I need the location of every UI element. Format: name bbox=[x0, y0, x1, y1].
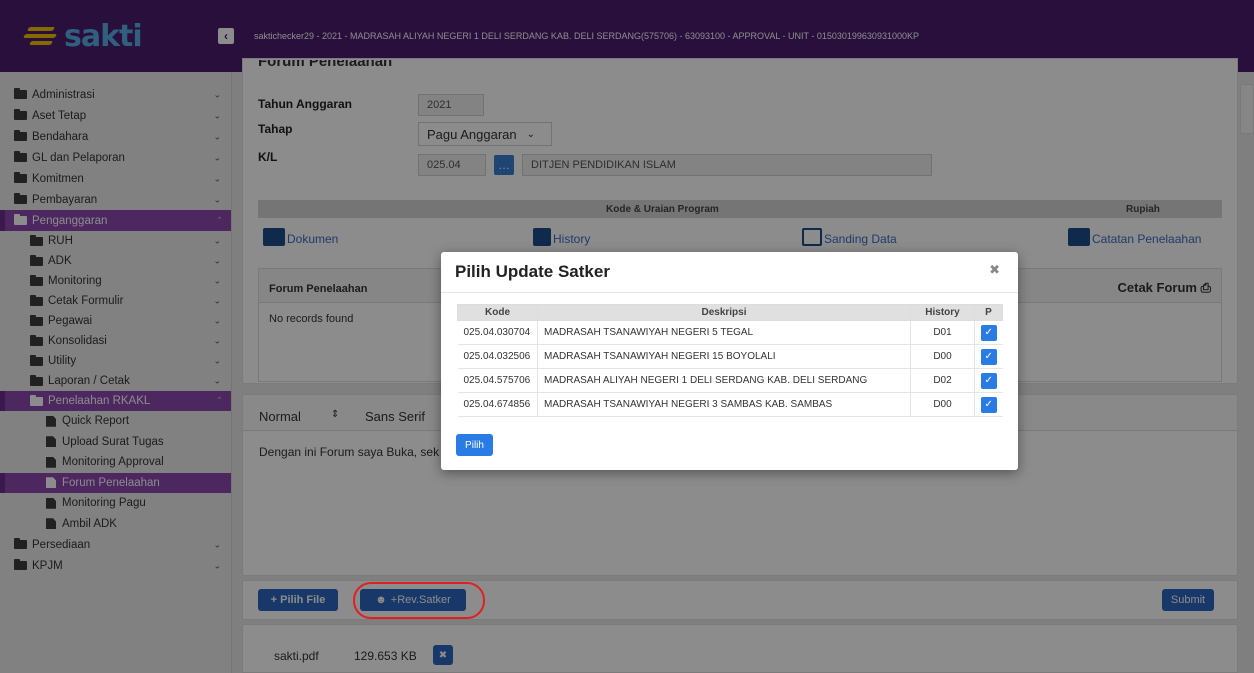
row-history: D01 bbox=[910, 320, 975, 345]
row-deskripsi: MADRASAH TSANAWIYAH NEGERI 15 BOYOLALI bbox=[537, 344, 911, 369]
row-kode: 025.04.674856 bbox=[457, 392, 538, 417]
row-checkbox[interactable]: ✓ bbox=[980, 348, 997, 365]
row-checkbox[interactable]: ✓ bbox=[980, 372, 997, 389]
row-history: D00 bbox=[910, 392, 975, 417]
table-row: 025.04.674856 MADRASAH TSANAWIYAH NEGERI… bbox=[457, 392, 1003, 417]
highlight-annotation bbox=[353, 582, 485, 619]
row-kode: 025.04.575706 bbox=[457, 368, 538, 393]
col-history: History bbox=[910, 304, 975, 321]
row-deskripsi: MADRASAH TSANAWIYAH NEGERI 5 TEGAL bbox=[537, 320, 911, 345]
row-kode: 025.04.032506 bbox=[457, 344, 538, 369]
table-row: 025.04.030704 MADRASAH TSANAWIYAH NEGERI… bbox=[457, 320, 1003, 345]
table-row: 025.04.575706 MADRASAH ALIYAH NEGERI 1 D… bbox=[457, 368, 1003, 393]
row-deskripsi: MADRASAH ALIYAH NEGERI 1 DELI SERDANG KA… bbox=[537, 368, 911, 393]
pilih-update-satker-modal: Pilih Update Satker ✖ Kode Deskripsi His… bbox=[441, 252, 1018, 470]
row-history: D02 bbox=[910, 368, 975, 393]
modal-title: Pilih Update Satker bbox=[455, 262, 610, 281]
row-checkbox[interactable]: ✓ bbox=[980, 324, 997, 341]
satker-table: Kode Deskripsi History P 025.04.030704 M… bbox=[457, 304, 1003, 417]
col-p: P bbox=[974, 304, 1003, 321]
row-deskripsi: MADRASAH TSANAWIYAH NEGERI 3 SAMBAS KAB.… bbox=[537, 392, 911, 417]
row-history: D00 bbox=[910, 344, 975, 369]
col-deskripsi: Deskripsi bbox=[537, 304, 911, 321]
pilih-button[interactable]: Pilih bbox=[456, 434, 493, 456]
row-kode: 025.04.030704 bbox=[457, 320, 538, 345]
table-row: 025.04.032506 MADRASAH TSANAWIYAH NEGERI… bbox=[457, 344, 1003, 369]
col-kode: Kode bbox=[457, 304, 538, 321]
close-icon[interactable]: ✖ bbox=[989, 262, 1000, 278]
row-checkbox[interactable]: ✓ bbox=[980, 396, 997, 413]
